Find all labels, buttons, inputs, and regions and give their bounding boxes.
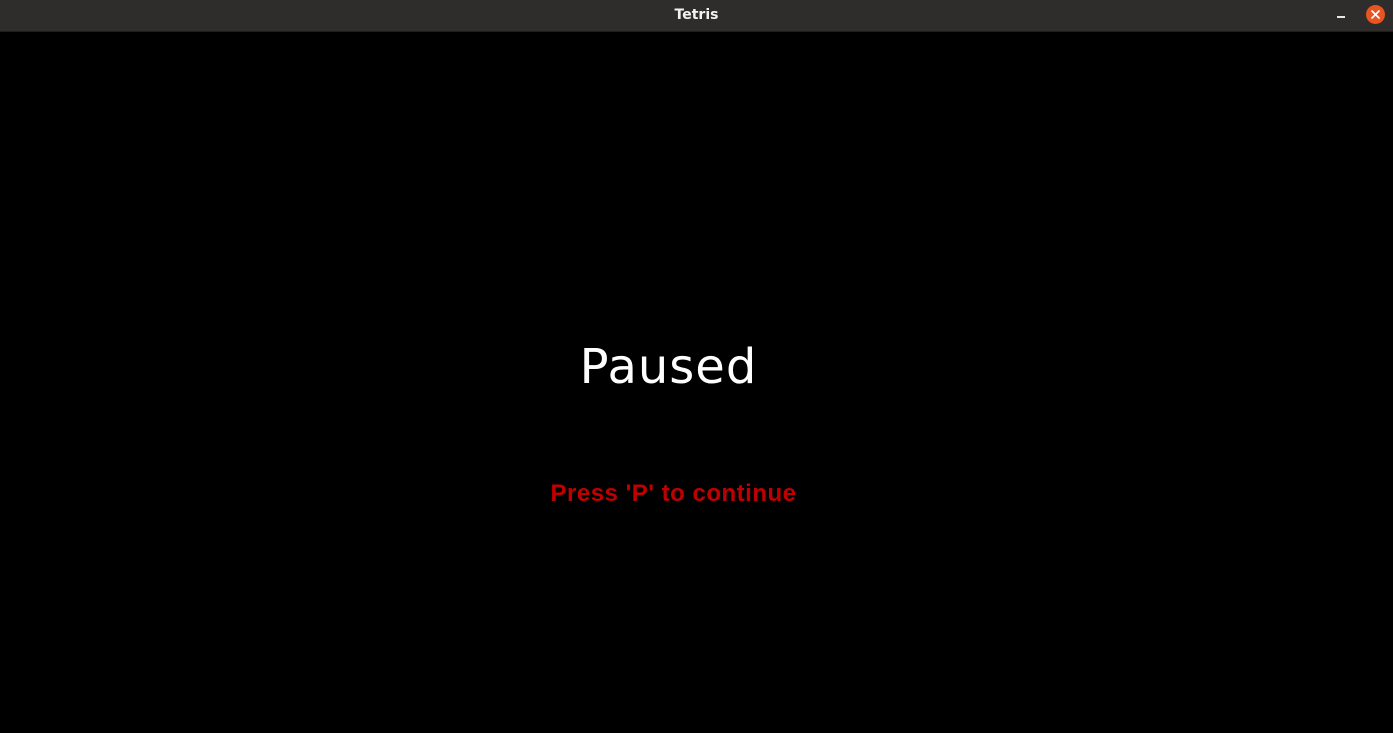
game-canvas[interactable]: Paused Press 'P' to continue: [0, 33, 1393, 733]
minimize-icon: [1337, 16, 1345, 18]
window-title: Tetris: [674, 7, 719, 23]
window-titlebar[interactable]: Tetris: [0, 0, 1393, 32]
continue-hint: Press 'P' to continue: [550, 480, 797, 507]
paused-title: Paused: [579, 339, 758, 395]
minimize-button[interactable]: [1329, 4, 1353, 26]
close-icon: [1371, 10, 1380, 19]
close-button[interactable]: [1366, 5, 1385, 24]
